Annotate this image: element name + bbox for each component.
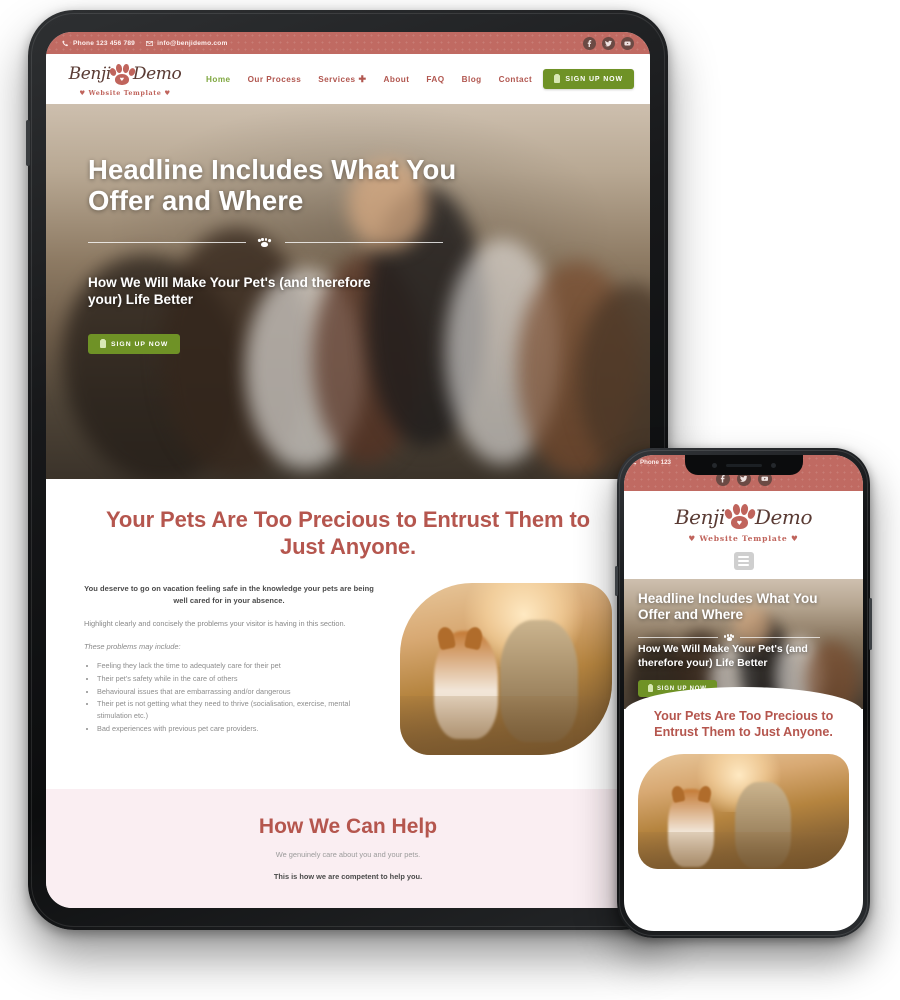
topbar-contact-group: Phone 123 456 789 info@benjidemo.com [62,40,228,47]
precious-lead: You deserve to go on vacation feeling sa… [84,583,374,605]
hero-signup-button[interactable]: SIGN UP NOW [88,334,181,355]
clipboard-icon [100,338,106,349]
heart-icon-right: ♥ [791,534,799,543]
site-navbar: Benji Demo ♥ Website Template ♥ Home Our… [46,54,650,104]
phone-status-label: Phone 123 [640,459,671,466]
nav-signup-label: SIGN UP NOW [565,75,623,83]
clipboard-icon [648,683,653,692]
nav-item-blog[interactable]: Blog [462,75,482,84]
precious-body: You deserve to go on vacation feeling sa… [84,582,612,755]
help-subtitle: We genuinely care about you and your pet… [275,849,421,859]
phone-precious-section: Your Pets Are Too Precious to Entrust Th… [624,687,863,882]
phone-screen: Phone 123 Benji Demo ♥ Website Template … [624,455,863,931]
topbar-email[interactable]: info@benjidemo.com [146,40,227,47]
list-item: Bad experiences with previous pet care p… [97,723,374,735]
logo-text-right: Demo [132,64,182,84]
phone-logo-graphic-row: Benji Demo [624,502,863,532]
list-item: Their pet is not getting what they need … [97,698,374,722]
phone-hero-subheadline: How We Will Make Your Pet's (and therefo… [638,643,808,670]
facebook-icon[interactable] [583,36,596,50]
phone-device-frame: Phone 123 Benji Demo ♥ Website Template … [615,448,872,938]
nav-item-services[interactable]: Services ✚ [318,74,366,85]
paw-divider-icon [724,633,735,641]
phone-notch [684,455,803,475]
nav-signup-button[interactable]: SIGN UP NOW [543,69,634,89]
nav-item-home[interactable]: Home [206,75,231,84]
nav-item-our-process[interactable]: Our Process [248,75,302,84]
mockup-stage: Phone 123 456 789 info@benjidemo.com Ben… [0,0,900,1000]
phone-hero-headline: Headline Includes What You Offer and Whe… [638,591,818,622]
dogs-running-photo [638,754,849,870]
paw-print-icon [723,503,757,531]
phone-hero-top: Headline Includes What You Offer and Whe… [624,579,863,653]
site-topbar: Phone 123 456 789 info@benjidemo.com [46,32,650,54]
tablet-device-frame: Phone 123 456 789 info@benjidemo.com Ben… [26,10,668,930]
phone-hero-paw-divider [638,633,820,641]
hero-content: Headline Includes What You Offer and Whe… [46,104,650,479]
earpiece-speaker [725,463,762,467]
logo-tagline: ♥ Website Template ♥ [66,89,184,97]
phone-logo-tagline: ♥ Website Template ♥ [624,534,863,543]
list-item: Feeling they lack the time to adequately… [97,660,374,672]
phone-status-bar: Phone 123 [632,459,671,466]
precious-title: Your Pets Are Too Precious to Entrust Th… [105,507,591,559]
hero-section: Headline Includes What You Offer and Whe… [46,104,650,479]
topbar-email-label: info@benjidemo.com [157,39,228,47]
tablet-screen: Phone 123 456 789 info@benjidemo.com Ben… [46,32,650,908]
nav-item-services-label: Services [318,74,356,84]
phone-site-logo[interactable]: Benji Demo ♥ Website Template ♥ [624,502,863,543]
topbar-phone[interactable]: Phone 123 456 789 [62,40,135,47]
dogs-running-photo [400,582,612,755]
hamburger-menu-icon[interactable] [733,552,754,570]
hero-signup-label: SIGN UP NOW [111,340,169,348]
precious-text-column: You deserve to go on vacation feeling sa… [84,583,374,755]
hero-subheadline: How We Will Make Your Pet's (and therefo… [88,274,371,308]
topbar-phone-label: Phone 123 456 789 [73,39,136,47]
phone-volume-button [615,566,618,596]
twitter-icon[interactable] [602,36,615,50]
site-logo[interactable]: Benji Demo ♥ Website Template ♥ [66,62,184,97]
precious-paragraph: Highlight clearly and concisely the prob… [84,618,346,628]
plus-icon: ✚ [358,73,367,84]
clipboard-icon [554,73,561,83]
precious-image-column [400,582,612,755]
phone-power-button [869,598,872,650]
logo-graphic-row: Benji Demo [66,62,184,88]
phone-site-navbar: Benji Demo ♥ Website Template ♥ [624,491,863,579]
paw-print-icon [108,63,137,87]
front-camera-icon [711,462,717,468]
main-navigation: Home Our Process Services ✚ About FAQ Blo… [206,74,532,85]
help-title: How We Can Help [258,814,438,838]
phone-icon [62,39,69,46]
precious-section: Your Pets Are Too Precious to Entrust Th… [46,479,650,789]
list-item: Behavioural issues that are embarrassing… [97,686,374,698]
phone-logo-text-right: Demo [754,505,813,529]
paw-divider-icon [257,237,272,248]
help-subtitle-bold: This is how we are competent to help you… [273,871,423,881]
hero-paw-divider [88,237,443,248]
hero-headline: Headline Includes What You Offer and Whe… [88,154,457,217]
nav-item-about[interactable]: About [384,75,410,84]
heart-icon-left: ♥ [688,534,696,543]
phone-precious-title: Your Pets Are Too Precious to Entrust Th… [653,709,834,739]
precious-list-intro: These problems may include: [84,641,181,651]
phone-logo-tagline-text: Website Template [699,534,788,543]
how-we-can-help-section: How We Can Help We genuinely care about … [46,788,650,908]
youtube-icon[interactable] [621,36,634,50]
nav-item-faq[interactable]: FAQ [426,75,444,84]
phone-logo-text-left: Benji [674,505,725,529]
heart-icon-right: ♥ [164,88,171,97]
logo-tagline-text: Website Template [88,88,162,97]
sensor-icon [770,462,776,468]
precious-problem-list: Feeling they lack the time to adequately… [97,660,374,735]
envelope-icon [146,40,153,46]
heart-icon-left: ♥ [79,88,86,97]
nav-item-contact[interactable]: Contact [499,75,533,84]
logo-text-left: Benji [68,64,112,84]
list-item: Their pet's safety while in the care of … [97,673,374,685]
phone-icon [632,460,637,465]
topbar-social-group [583,36,634,50]
